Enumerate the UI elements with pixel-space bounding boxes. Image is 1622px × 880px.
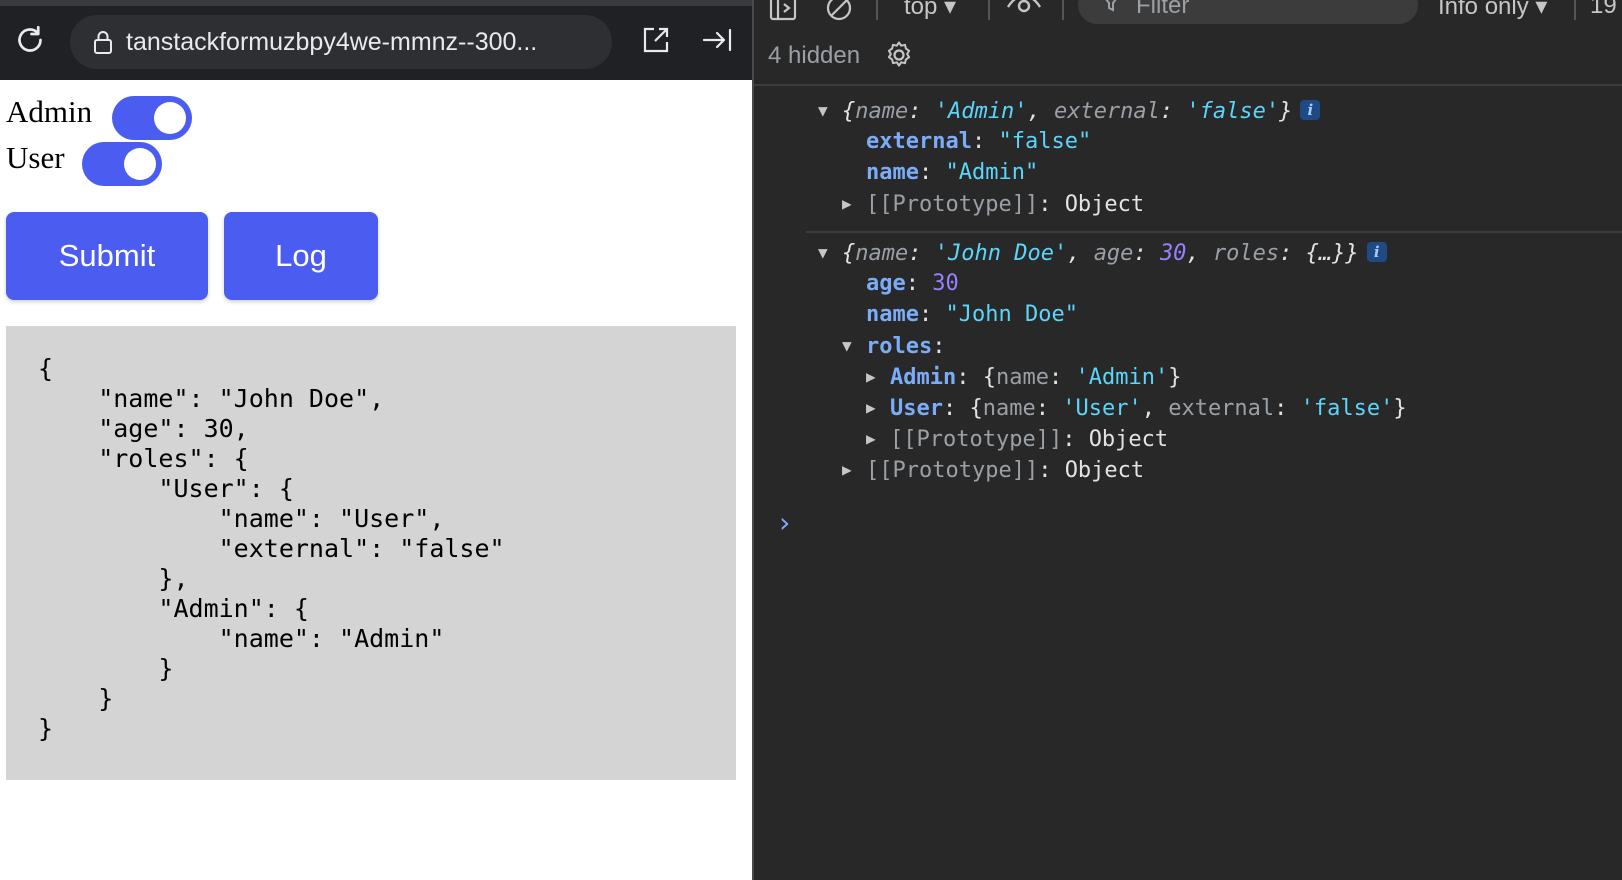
toolbar-top-border — [0, 0, 752, 6]
toolbar-separator — [1574, 0, 1576, 20]
console-prompt-icon[interactable]: › — [776, 506, 793, 539]
collapsed-arrow-icon: ▶ — [842, 194, 852, 213]
log-summary-admin[interactable]: ▼ {name: 'Admin', external: 'false'} i — [818, 96, 1321, 127]
info-icon: i — [1300, 100, 1321, 120]
prop-external: external: "false" — [866, 129, 1092, 154]
eye-icon[interactable] — [1006, 0, 1042, 20]
collapsed-arrow-icon: ▶ — [866, 429, 876, 448]
log-levels-dropdown[interactable]: Info only ▾ — [1438, 0, 1547, 21]
message-separator — [806, 231, 1622, 233]
collapsed-arrow-icon: ▶ — [866, 398, 876, 417]
toolbar-separator — [1062, 0, 1064, 20]
gear-icon[interactable] — [884, 40, 914, 70]
toggle-label-user: User — [6, 140, 65, 175]
address-bar[interactable]: tanstackformuzbpy4we-mmnz--300... — [70, 15, 612, 69]
toolbar-separator — [988, 0, 990, 20]
issues-count: 19 — [1590, 0, 1617, 19]
url-text: tanstackformuzbpy4we-mmnz--300... — [126, 28, 538, 56]
context-selector-label: top — [904, 0, 938, 20]
toggle-knob — [154, 102, 186, 134]
collapsed-arrow-icon: ▶ — [842, 460, 852, 479]
chevron-down-icon: ▾ — [944, 0, 957, 20]
log-summary-john[interactable]: ▼ {name: 'John Doe', age: 30, roles: {…}}… — [818, 238, 1387, 269]
toolbar-separator — [876, 0, 878, 20]
prop-name: name: "Admin" — [866, 160, 1039, 185]
roles-user-row[interactable]: ▶ User: {name: 'User', external: 'false'} — [866, 393, 1407, 424]
devtools-console: top ▾ Filter Info only ▾ 19 4 hidden ▼ {n… — [754, 0, 1622, 880]
prototype-row[interactable]: ▶ [[Prototype]]: Object — [842, 455, 1144, 486]
user-toggle-switch[interactable] — [82, 142, 162, 186]
expanded-arrow-icon: ▼ — [818, 243, 828, 262]
reload-icon[interactable] — [12, 22, 48, 58]
filter-input[interactable]: Filter — [1078, 0, 1418, 24]
prop-age: age: 30 — [866, 271, 959, 296]
expanded-arrow-icon: ▼ — [842, 336, 852, 355]
prop-roles[interactable]: ▼ roles: — [842, 331, 945, 362]
sidebar-toggle-icon[interactable] — [768, 0, 798, 22]
filter-placeholder: Filter — [1136, 0, 1190, 19]
prop-name: name: "John Doe" — [866, 302, 1078, 327]
prototype-row[interactable]: ▶ [[Prototype]]: Object — [842, 189, 1144, 220]
admin-toggle-switch[interactable] — [112, 96, 192, 140]
toggle-label-admin: Admin — [6, 94, 93, 129]
roles-admin-row[interactable]: ▶ Admin: {name: 'Admin'} — [866, 362, 1181, 393]
filter-icon — [1105, 0, 1117, 12]
context-selector[interactable]: top ▾ — [904, 0, 956, 21]
expanded-arrow-icon: ▼ — [818, 101, 828, 120]
collapse-panel-icon[interactable] — [700, 24, 734, 56]
hidden-messages-count: 4 hidden — [768, 42, 861, 69]
json-output-text: { "name": "John Doe", "age": 30, "roles"… — [38, 354, 505, 743]
log-levels-label: Info only — [1438, 0, 1529, 20]
open-external-icon[interactable] — [640, 24, 672, 56]
log-button[interactable]: Log — [224, 212, 378, 300]
preview-pane: tanstackformuzbpy4we-mmnz--300... Admin … — [0, 0, 752, 880]
lock-icon — [94, 31, 112, 54]
console-toolbar: top ▾ Filter Info only ▾ 19 4 hidden — [754, 0, 1622, 86]
info-icon: i — [1366, 242, 1387, 262]
toggle-knob — [124, 148, 156, 180]
json-output-box: { "name": "John Doe", "age": 30, "roles"… — [6, 326, 736, 780]
roles-prototype-row[interactable]: ▶ [[Prototype]]: Object — [866, 424, 1168, 455]
clear-console-icon[interactable] — [824, 0, 854, 22]
collapsed-arrow-icon: ▶ — [866, 367, 876, 386]
chevron-down-icon: ▾ — [1535, 0, 1548, 20]
browser-toolbar: tanstackformuzbpy4we-mmnz--300... — [0, 0, 752, 80]
submit-button[interactable]: Submit — [6, 212, 208, 300]
